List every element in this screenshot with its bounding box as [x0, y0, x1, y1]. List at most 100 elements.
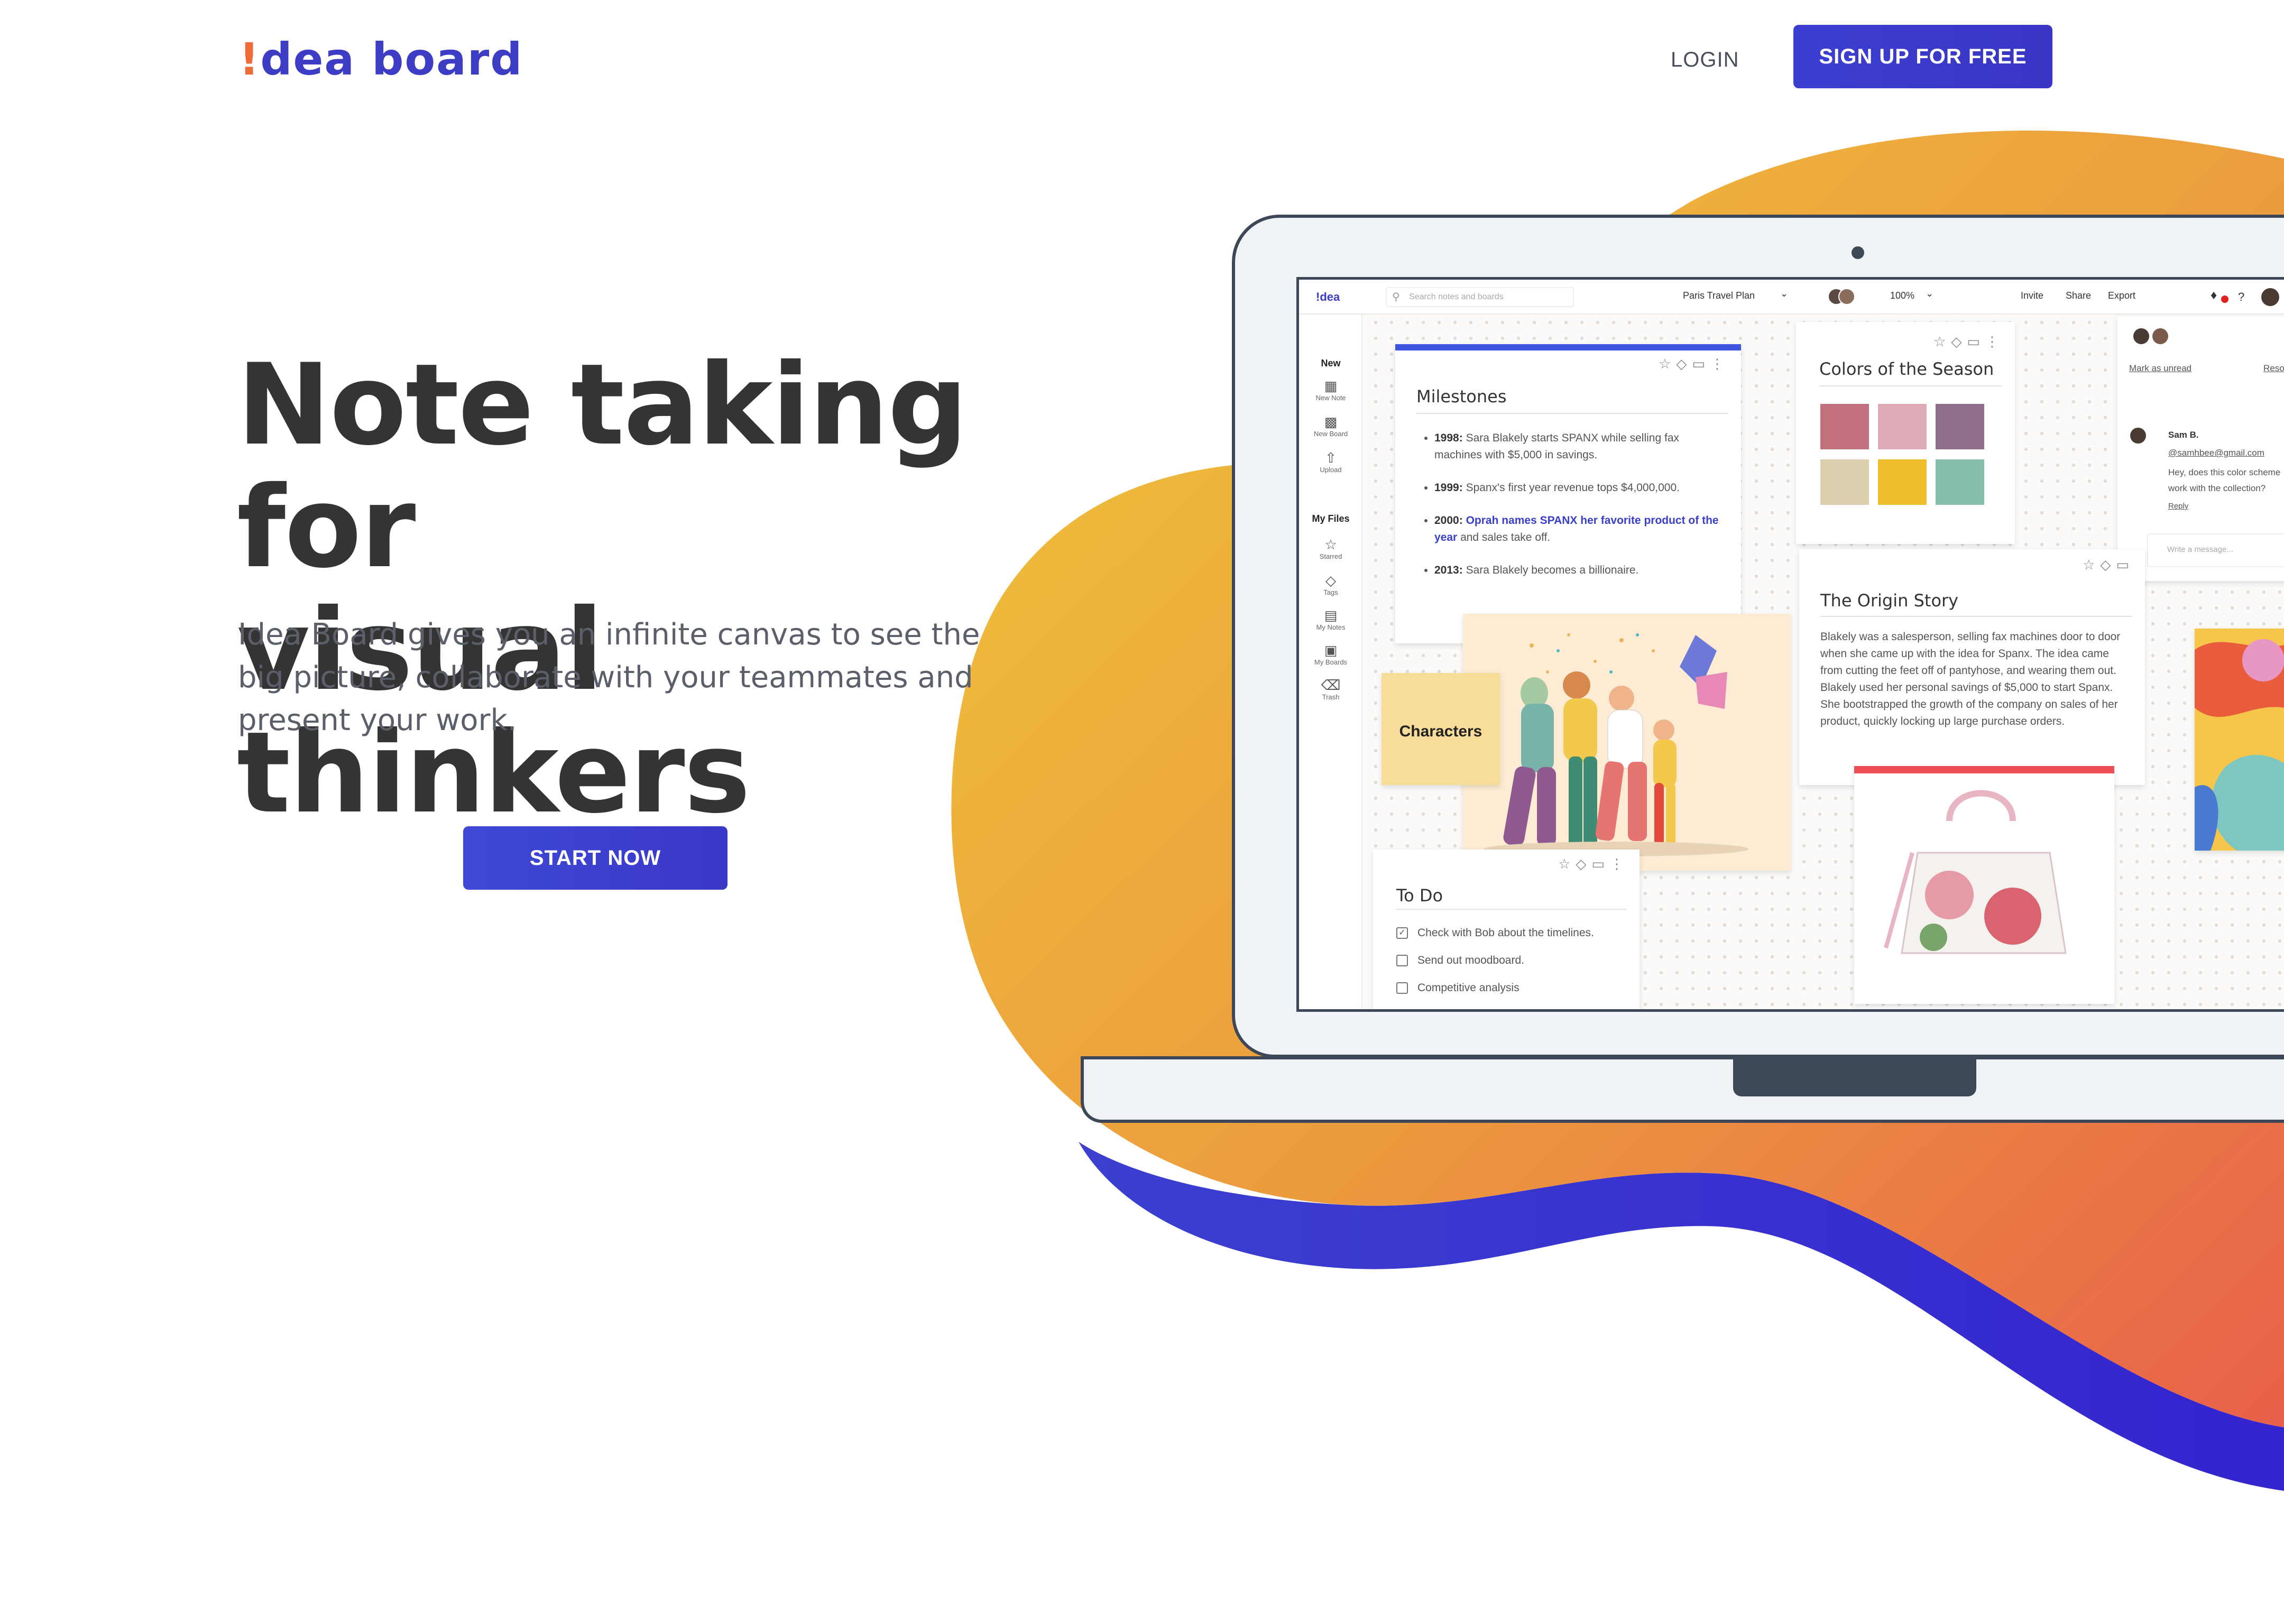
sidebar-heading-my-files: My Files: [1312, 513, 1350, 524]
avatar: [2133, 328, 2149, 344]
todo-item[interactable]: Competitive analysis: [1396, 982, 1519, 994]
notes-icon: ▤: [1324, 607, 1338, 623]
todo-title: To Do: [1396, 885, 1443, 906]
app-topbar: !dea ⚲ Search notes and boards Paris Tra…: [1299, 280, 2284, 315]
card-actions-icons[interactable]: ☆◇▭⋮: [1933, 334, 2004, 350]
handbag-image[interactable]: [1854, 766, 2114, 1004]
abstract-art-image[interactable]: [2195, 629, 2284, 851]
comment-panel: Mark as unread Reso Sam B. @samhbee@gmai…: [2117, 317, 2284, 581]
mark-unread-link[interactable]: Mark as unread: [2129, 363, 2191, 374]
new-note-icon: ▦: [1324, 378, 1338, 394]
handbag-illustration: [1884, 790, 2067, 954]
zoom-level[interactable]: 100%: [1890, 290, 1914, 301]
upload-icon: ⇧: [1325, 450, 1337, 466]
sidebar-item-new-note[interactable]: ▦ New Note: [1299, 378, 1362, 402]
message-input[interactable]: Write a message...: [2147, 533, 2284, 567]
origin-story-card[interactable]: ☆◇▭ The Origin Story Blakely was a sales…: [1799, 549, 2145, 785]
tag-icon: ◇: [1325, 573, 1336, 588]
help-icon[interactable]: ?: [2238, 290, 2244, 304]
todo-item[interactable]: ✓ Check with Bob about the timelines.: [1396, 927, 1594, 939]
start-now-button[interactable]: START NOW: [463, 826, 727, 890]
avatar[interactable]: [1838, 288, 1855, 305]
sticky-note-text: Characters: [1399, 723, 1482, 740]
reply-link[interactable]: Reply: [2168, 502, 2188, 511]
search-placeholder: Search notes and boards: [1409, 292, 1504, 301]
share-button[interactable]: Share: [2066, 290, 2091, 301]
color-swatch[interactable]: [1820, 404, 1869, 449]
logo-mark: !: [239, 33, 261, 85]
characters-sticky-note[interactable]: Characters: [1382, 673, 1500, 785]
card-actions-icons[interactable]: ☆◇▭⋮: [1558, 856, 1629, 872]
avatar: [2152, 328, 2168, 344]
star-icon: ☆: [1324, 537, 1337, 552]
colors-card[interactable]: ☆◇▭⋮ Colors of the Season: [1796, 322, 2015, 544]
milestones-list: 1998: Sara Blakely starts SPANX while se…: [1416, 430, 1723, 595]
checkbox-checked-icon[interactable]: ✓: [1396, 927, 1408, 939]
checkbox-icon[interactable]: [1396, 955, 1408, 967]
board-name[interactable]: Paris Travel Plan: [1683, 290, 1755, 301]
divider: [1820, 616, 2132, 617]
list-item: 2013: Sara Blakely becomes a billionaire…: [1434, 562, 1723, 579]
sidebar-item-upload[interactable]: ⇧ Upload: [1299, 450, 1362, 474]
chevron-down-icon[interactable]: ⌄: [1780, 288, 1788, 299]
checkbox-icon[interactable]: [1396, 982, 1408, 994]
zoom-chevron-icon[interactable]: ⌄: [1926, 288, 1933, 299]
app-screen: !dea ⚲ Search notes and boards Paris Tra…: [1296, 277, 2284, 1012]
boards-icon: ▣: [1324, 642, 1338, 658]
message-placeholder: Write a message...: [2167, 545, 2233, 554]
avatar: [2130, 428, 2146, 444]
laptop-camera: [1852, 246, 1864, 259]
abstract-art-illustration: [2195, 629, 2284, 851]
todo-item[interactable]: Send out moodboard.: [1396, 954, 1524, 967]
sidebar-item-my-boards[interactable]: ▣ My Boards: [1299, 642, 1362, 666]
bell-icon[interactable]: ♦: [2211, 288, 2217, 303]
color-swatch[interactable]: [1878, 404, 1927, 449]
headline-line-1: Note taking for: [237, 339, 968, 593]
sidebar-heading-new: New: [1321, 358, 1341, 368]
characters-image[interactable]: [1463, 614, 1791, 871]
export-button[interactable]: Export: [2108, 290, 2135, 301]
app-logo[interactable]: !dea: [1316, 290, 1340, 304]
comment-mention[interactable]: @samhbee@gmail.com: [2168, 448, 2264, 458]
hero-subtext: Idea Board gives you an infinite canvas …: [238, 617, 980, 737]
color-swatch[interactable]: [1878, 459, 1927, 505]
brand-logo[interactable]: !dea board: [239, 33, 523, 86]
invite-button[interactable]: Invite: [2021, 290, 2043, 301]
milestones-title: Milestones: [1416, 386, 1507, 407]
todo-card[interactable]: ☆◇▭⋮ To Do ✓ Check with Bob about the tim…: [1373, 850, 1640, 1009]
notification-dot: [2221, 296, 2228, 303]
laptop-base: [1081, 1056, 2284, 1123]
signup-button[interactable]: SIGN UP FOR FREE: [1793, 25, 2052, 88]
comment-text: Hey, does this color scheme work with th…: [2168, 467, 2281, 493]
origin-title: The Origin Story: [1820, 590, 1959, 611]
milestones-card[interactable]: ☆◇▭⋮ Milestones 1998: Sara Blakely start…: [1395, 344, 1741, 643]
card-actions-icons[interactable]: ☆◇▭: [2083, 557, 2134, 573]
origin-body: Blakely was a salesperson, selling fax m…: [1820, 631, 2121, 727]
sidebar-item-my-notes[interactable]: ▤ My Notes: [1299, 607, 1362, 631]
divider: [1416, 413, 1728, 414]
sidebar-item-new-board[interactable]: ▩ New Board: [1299, 414, 1362, 438]
avatar[interactable]: [2261, 288, 2279, 306]
color-swatch[interactable]: [1936, 459, 1984, 505]
divider: [1396, 909, 1627, 910]
characters-illustration: [1484, 633, 1748, 856]
search-icon: ⚲: [1392, 291, 1400, 303]
card-actions-icons[interactable]: ☆◇▭⋮: [1659, 356, 1729, 372]
login-link[interactable]: LOGIN: [1671, 47, 1739, 73]
comment-author: Sam B.: [2168, 430, 2199, 440]
list-item: 2000: Oprah names SPANX her favorite pro…: [1434, 512, 1723, 546]
color-swatch[interactable]: [1820, 459, 1869, 505]
new-board-icon: ▩: [1324, 414, 1338, 430]
color-swatch[interactable]: [1936, 404, 1984, 449]
app-search-input[interactable]: ⚲ Search notes and boards: [1386, 287, 1574, 307]
logo-text: dea board: [260, 33, 523, 85]
resolve-link[interactable]: Reso: [2263, 363, 2284, 374]
sidebar-item-trash[interactable]: ⌫ Trash: [1299, 677, 1362, 701]
list-item: 1998: Sara Blakely starts SPANX while se…: [1434, 430, 1723, 464]
divider: [1819, 385, 2002, 386]
hero-headline: Note taking for visual thinkers: [237, 344, 1093, 834]
list-item: 1999: Spanx's first year revenue tops $4…: [1434, 479, 1723, 496]
sidebar-item-tags[interactable]: ◇ Tags: [1299, 573, 1362, 596]
sidebar-item-starred[interactable]: ☆ Starred: [1299, 537, 1362, 560]
colors-title: Colors of the Season: [1819, 359, 1994, 379]
